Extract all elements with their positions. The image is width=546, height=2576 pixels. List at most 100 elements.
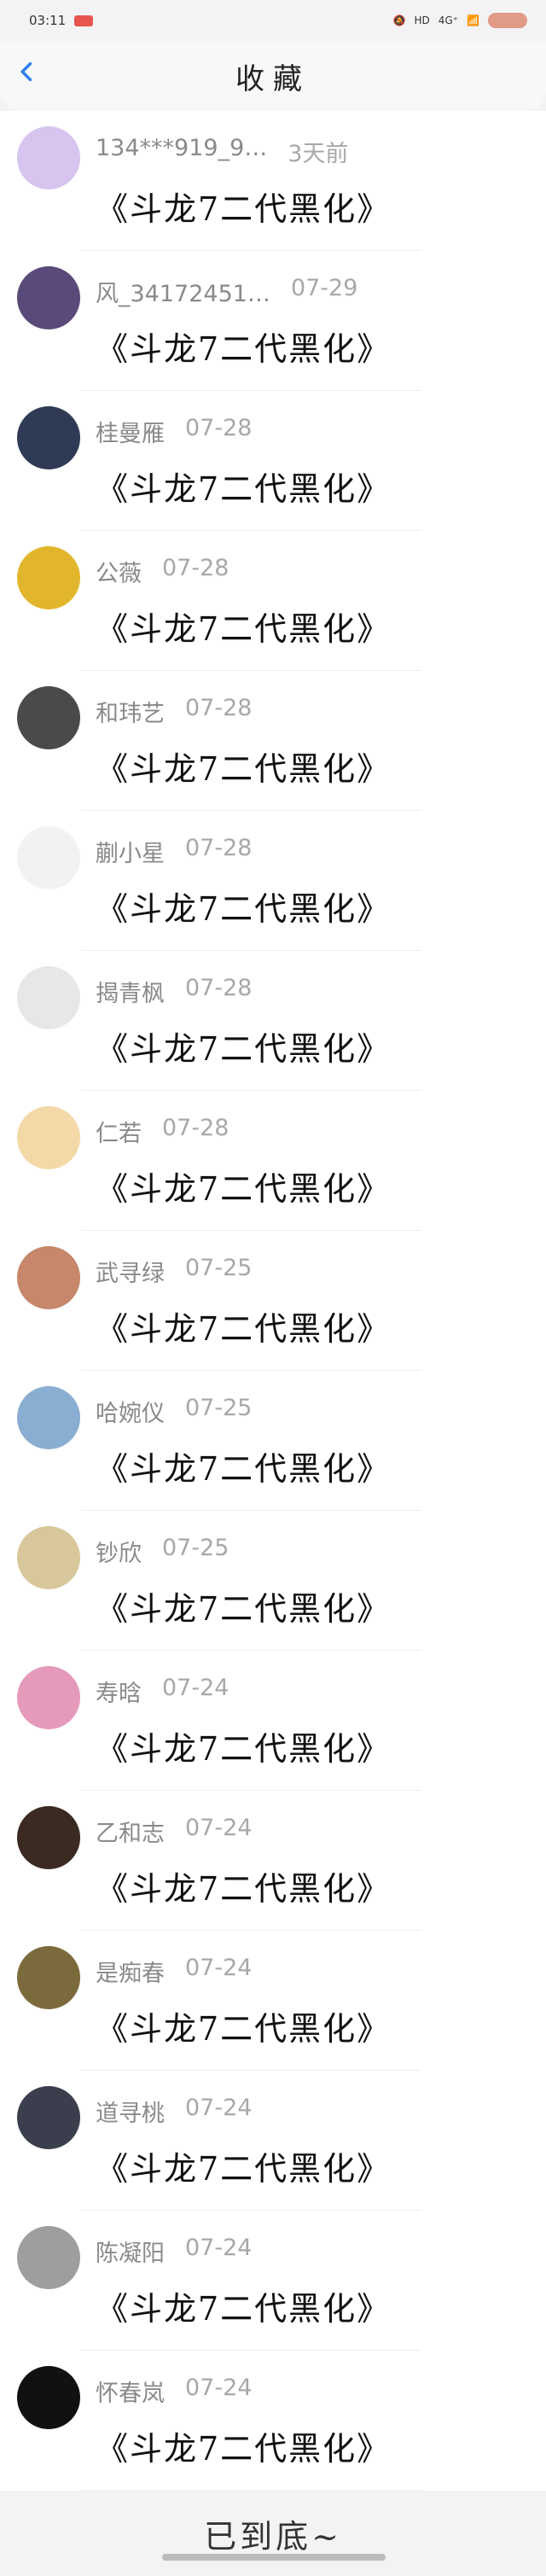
avatar[interactable]	[17, 1386, 80, 1449]
item-meta: 乙和志 07-24	[96, 1815, 252, 1848]
username[interactable]: 武寻绿	[96, 1255, 165, 1288]
avatar[interactable]	[17, 406, 80, 469]
post-title[interactable]: 《斗龙7二代黑化》	[96, 1722, 391, 1769]
username[interactable]: 揭青枫	[96, 975, 165, 1008]
list-item[interactable]: 和玮艺07-28 《斗龙7二代黑化》	[0, 671, 546, 811]
avatar[interactable]	[17, 546, 80, 609]
list-item[interactable]: 乙和志 07-24 《斗龙7二代黑化》	[0, 1791, 546, 1931]
timestamp: 07-24	[185, 2095, 252, 2128]
mute-icon: 🔕	[393, 15, 406, 26]
timestamp: 07-25	[185, 1255, 252, 1288]
list-item[interactable]: 134***919_9…3天前《斗龙7二代黑化》	[0, 111, 546, 251]
username[interactable]: 陈凝阳	[96, 2235, 165, 2268]
username[interactable]: 蒯小星	[96, 835, 165, 868]
username[interactable]: 和玮艺	[96, 695, 165, 728]
post-title[interactable]: 《斗龙7二代黑化》	[96, 1442, 391, 1489]
post-title[interactable]: 《斗龙7二代黑化》	[96, 183, 391, 230]
list-item[interactable]: 是痴春 07-24 《斗龙7二代黑化》	[0, 1931, 546, 2071]
post-title[interactable]: 《斗龙7二代黑化》	[96, 2282, 391, 2329]
timestamp: 07-28	[185, 835, 252, 868]
username[interactable]: 哈婉仪	[96, 1395, 165, 1428]
username[interactable]: 钞欣	[96, 1535, 142, 1568]
item-meta: 134***919_9…3天前	[96, 135, 348, 168]
list-item[interactable]: 哈婉仪 07-25 《斗龙7二代黑化》	[0, 1371, 546, 1511]
timestamp: 07-24	[185, 1815, 252, 1848]
post-title[interactable]: 《斗龙7二代黑化》	[96, 1163, 391, 1209]
username[interactable]: 是痴春	[96, 1955, 165, 1988]
avatar[interactable]	[17, 126, 80, 189]
end-of-list: 已到底~	[0, 2491, 546, 2576]
home-indicator[interactable]	[162, 2554, 386, 2561]
list-item[interactable]: 武寻绿 07-25 《斗龙7二代黑化》	[0, 1231, 546, 1371]
item-meta: 武寻绿 07-25	[96, 1255, 252, 1288]
avatar[interactable]	[17, 1106, 80, 1169]
timestamp: 07-28	[185, 975, 252, 1008]
avatar[interactable]	[17, 966, 80, 1029]
item-meta: 桂曼雁 07-28	[96, 415, 252, 448]
post-title[interactable]: 《斗龙7二代黑化》	[96, 743, 391, 790]
divider	[80, 2490, 421, 2491]
list-item[interactable]: 揭青枫 07-28 《斗龙7二代黑化》	[0, 951, 546, 1091]
username[interactable]: 134***919_9…	[96, 135, 267, 168]
item-meta: 怀春岚07-24	[96, 2375, 252, 2408]
back-arrow-icon[interactable]	[15, 60, 39, 84]
timestamp: 07-25	[162, 1535, 229, 1568]
avatar[interactable]	[17, 1946, 80, 2009]
post-title[interactable]: 《斗龙7二代黑化》	[96, 1582, 391, 1629]
post-title[interactable]: 《斗龙7二代黑化》	[96, 323, 391, 370]
list-item[interactable]: 桂曼雁 07-28 《斗龙7二代黑化》	[0, 391, 546, 531]
timestamp: 07-28	[162, 555, 229, 588]
avatar[interactable]	[17, 1246, 80, 1309]
post-title[interactable]: 《斗龙7二代黑化》	[96, 603, 391, 650]
avatar[interactable]	[17, 266, 80, 329]
list-item[interactable]: 风_34172451…07-29 《斗龙7二代黑化》	[0, 251, 546, 391]
timestamp: 07-24	[185, 1955, 252, 1988]
username[interactable]: 寿晗	[96, 1675, 142, 1708]
avatar[interactable]	[17, 686, 80, 749]
username[interactable]: 仁若	[96, 1115, 142, 1148]
timestamp: 07-28	[162, 1115, 229, 1148]
post-title[interactable]: 《斗龙7二代黑化》	[96, 2142, 391, 2189]
post-title[interactable]: 《斗龙7二代黑化》	[96, 2002, 391, 2049]
avatar[interactable]	[17, 1806, 80, 1869]
username[interactable]: 怀春岚	[96, 2375, 165, 2408]
notification-badge-icon	[74, 15, 93, 26]
item-meta: 和玮艺07-28	[96, 695, 252, 728]
avatar[interactable]	[17, 2086, 80, 2149]
list-item[interactable]: 仁若 07-28 《斗龙7二代黑化》	[0, 1091, 546, 1231]
list-item[interactable]: 公薇 07-28 《斗龙7二代黑化》	[0, 531, 546, 671]
timestamp: 07-24	[162, 1675, 229, 1708]
avatar[interactable]	[17, 1526, 80, 1589]
list-item[interactable]: 道寻桃 07-24 《斗龙7二代黑化》	[0, 2071, 546, 2211]
post-title[interactable]: 《斗龙7二代黑化》	[96, 1862, 391, 1909]
timestamp: 07-25	[185, 1395, 252, 1428]
item-meta: 哈婉仪 07-25	[96, 1395, 252, 1428]
item-meta: 公薇 07-28	[96, 555, 229, 588]
list-item[interactable]: 怀春岚07-24 《斗龙7二代黑化》	[0, 2351, 546, 2491]
list-item[interactable]: 蒯小星 07-28 《斗龙7二代黑化》	[0, 811, 546, 951]
post-title[interactable]: 《斗龙7二代黑化》	[96, 463, 391, 510]
list-item[interactable]: 陈凝阳07-24 《斗龙7二代黑化》	[0, 2211, 546, 2351]
post-title[interactable]: 《斗龙7二代黑化》	[96, 1023, 391, 1069]
username[interactable]: 风_34172451…	[96, 275, 270, 308]
username[interactable]: 桂曼雁	[96, 415, 165, 448]
username[interactable]: 公薇	[96, 555, 142, 588]
item-meta: 是痴春 07-24	[96, 1955, 252, 1988]
timestamp: 07-28	[185, 415, 252, 448]
username[interactable]: 道寻桃	[96, 2095, 165, 2128]
item-meta: 陈凝阳07-24	[96, 2235, 252, 2268]
post-title[interactable]: 《斗龙7二代黑化》	[96, 1303, 391, 1349]
avatar[interactable]	[17, 2226, 80, 2289]
list-item[interactable]: 钞欣 07-25 《斗龙7二代黑化》	[0, 1511, 546, 1651]
avatar[interactable]	[17, 826, 80, 889]
avatar[interactable]	[17, 2366, 80, 2429]
avatar[interactable]	[17, 1666, 80, 1729]
post-title[interactable]: 《斗龙7二代黑化》	[96, 883, 391, 930]
item-meta: 风_34172451…07-29	[96, 275, 357, 308]
list-item[interactable]: 寿晗 07-24 《斗龙7二代黑化》	[0, 1651, 546, 1791]
username[interactable]: 乙和志	[96, 1815, 165, 1848]
item-meta: 仁若 07-28	[96, 1115, 229, 1148]
post-title[interactable]: 《斗龙7二代黑化》	[96, 2422, 391, 2469]
status-right: 🔕 HD 4G⁺ 📶	[393, 13, 527, 28]
item-meta: 揭青枫 07-28	[96, 975, 252, 1008]
